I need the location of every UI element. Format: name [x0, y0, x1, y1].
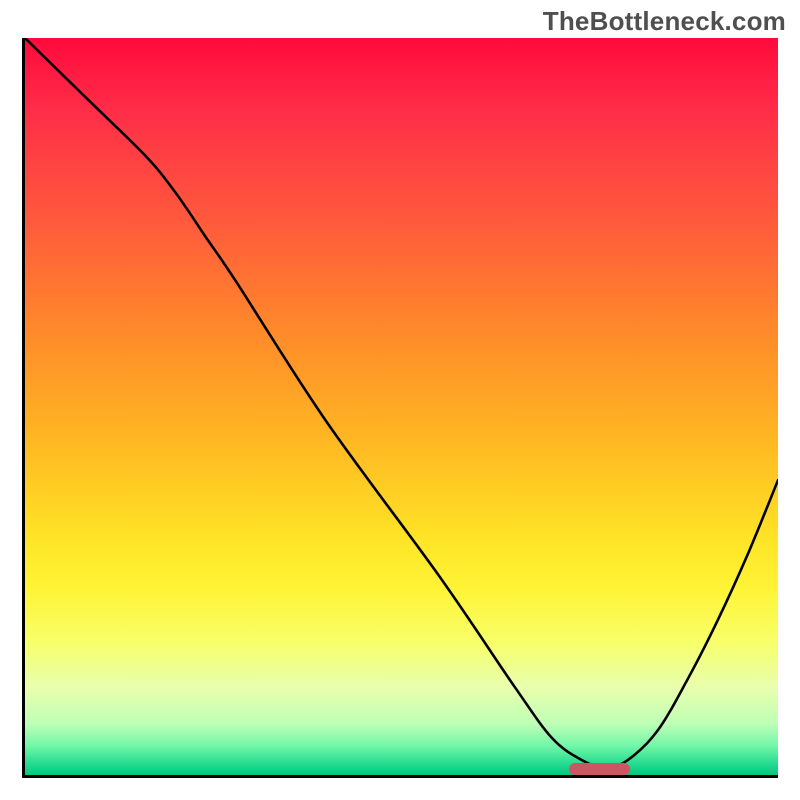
performance-curve	[25, 38, 778, 775]
chart-container: TheBottleneck.com	[0, 0, 800, 800]
plot-area	[22, 38, 778, 778]
optimal-range-marker	[569, 763, 629, 775]
watermark-text: TheBottleneck.com	[543, 6, 786, 37]
curve-path	[25, 38, 778, 768]
